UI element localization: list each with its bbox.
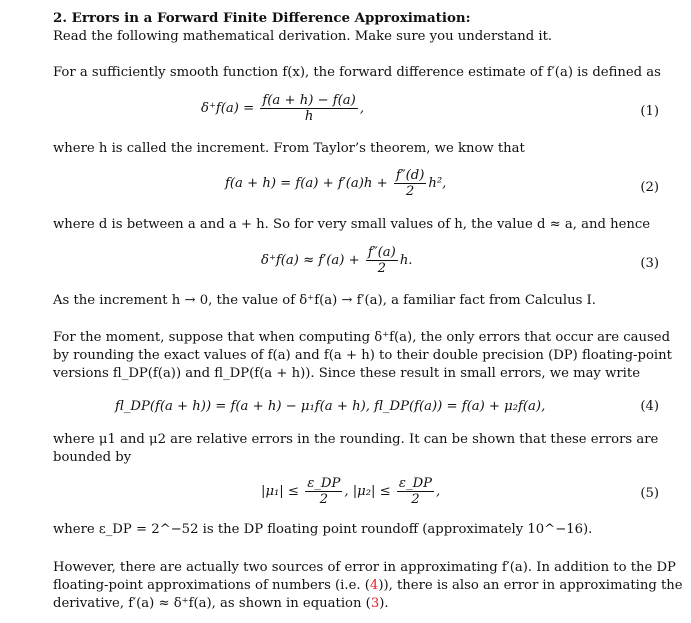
paragraph-8-line-1: However, there are actually two sources … <box>53 560 676 575</box>
paragraph-6-line-1: where μ1 and μ2 are relative errors in t… <box>53 432 659 447</box>
eq5-tail: , <box>436 484 441 499</box>
equation-1-number: (1) <box>640 104 659 119</box>
paragraph-1: For a sufficiently smooth function f(x),… <box>53 65 661 80</box>
paragraph-8-line-2-end: )), there is also an error in approximat… <box>378 578 683 593</box>
paragraph-3: where d is between a and a + h. So for v… <box>53 217 651 232</box>
eq1-tail: , <box>359 101 365 116</box>
paragraph-2: where h is called the increment. From Ta… <box>53 141 525 156</box>
paragraph-8-line-2-start: floating-point approximations of numbers… <box>53 578 370 593</box>
eq2-tail: h², <box>428 176 447 191</box>
paragraph-5-line-2: by rounding the exact values of f(a) and… <box>53 348 672 363</box>
eq2-numerator: f″(d) <box>393 168 427 184</box>
equation-5: |μ₁| ≤ ε_DP 2 , |μ₂| ≤ ε_DP 2 , <box>261 476 440 507</box>
eq3-numerator: f″(a) <box>365 245 398 261</box>
eq1-lhs: δ⁺f(a) = <box>201 101 255 116</box>
equation-1: δ⁺f(a) = f(a + h) − f(a) h , <box>201 93 364 124</box>
eq5-lhs-a: |μ₁| ≤ <box>261 484 299 499</box>
paragraph-8-line-3-start: derivative, f′(a) ≈ δ⁺f(a), as shown in … <box>53 596 371 611</box>
equation-5-number: (5) <box>640 486 659 501</box>
eq5-numerator-b: ε_DP <box>396 476 435 492</box>
eq1-fraction: f(a + h) − f(a) h <box>260 93 358 124</box>
eq5-lhs-b: , |μ₂| ≤ <box>344 484 391 499</box>
eq5-denominator-b: 2 <box>411 492 420 507</box>
paragraph-7: where ε_DP = 2^−52 is the DP floating po… <box>53 522 593 537</box>
equation-3-reference-link[interactable]: 3 <box>371 596 379 611</box>
paragraph-5-line-3: versions fl_DP(f(a)) and fl_DP(f(a + h))… <box>53 366 640 381</box>
paragraph-8-line-3-end: ). <box>379 596 389 611</box>
eq5-fraction-a: ε_DP 2 <box>305 476 343 507</box>
section-title: 2. Errors in a Forward Finite Difference… <box>53 10 471 26</box>
paragraph-8-line-2: floating-point approximations of numbers… <box>53 577 683 594</box>
eq1-denominator: h <box>304 109 314 124</box>
equation-2-number: (2) <box>640 180 659 195</box>
eq5-fraction-b: ε_DP 2 <box>396 476 435 507</box>
eq2-fraction: f″(d) 2 <box>393 168 427 199</box>
paragraph-4: As the increment h → 0, the value of δ⁺f… <box>53 293 596 308</box>
equation-4: fl_DP(f(a + h)) = f(a + h) − μ₁f(a + h),… <box>115 399 546 414</box>
eq1-numerator: f(a + h) − f(a) <box>260 93 358 109</box>
intro-text: Read the following mathematical derivati… <box>53 29 553 44</box>
paragraph-5-line-1: For the moment, suppose that when comput… <box>53 330 671 345</box>
eq5-numerator-a: ε_DP <box>305 476 343 492</box>
equation-3-number: (3) <box>640 256 659 271</box>
equation-3: δ⁺f(a) ≈ f′(a) + f″(a) 2 h. <box>261 245 413 276</box>
paragraph-8-line-3: derivative, f′(a) ≈ δ⁺f(a), as shown in … <box>53 595 389 612</box>
paragraph-6-line-2: bounded by <box>53 450 132 465</box>
eq3-denominator: 2 <box>377 261 387 276</box>
equation-4-number: (4) <box>640 399 659 414</box>
equation-2: f(a + h) = f(a) + f′(a)h + f″(d) 2 h², <box>225 168 446 199</box>
eq5-denominator-a: 2 <box>319 492 328 507</box>
eq3-lhs: δ⁺f(a) ≈ f′(a) + <box>261 253 360 268</box>
eq3-tail: h. <box>399 253 413 268</box>
eq2-lhs: f(a + h) = f(a) + f′(a)h + <box>225 176 388 191</box>
eq2-denominator: 2 <box>405 184 415 199</box>
eq3-fraction: f″(a) 2 <box>365 245 398 276</box>
